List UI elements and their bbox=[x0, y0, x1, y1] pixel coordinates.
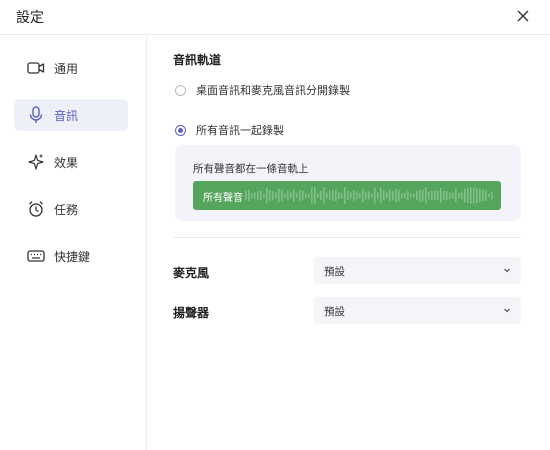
sidebar-item-shortcuts[interactable]: 快捷鍵 bbox=[14, 240, 128, 272]
microphone-select[interactable]: 預設 bbox=[314, 257, 521, 284]
track-preview: 所有聲音都在一條音軌上 所有聲音 bbox=[175, 145, 521, 221]
combined-recording-option[interactable]: 所有音訊一起錄製 bbox=[175, 122, 284, 138]
section-title: 音訊軌道 bbox=[173, 53, 222, 67]
divider bbox=[173, 237, 521, 238]
keyboard-icon bbox=[26, 246, 46, 266]
sidebar-item-effects[interactable]: 效果 bbox=[14, 146, 128, 178]
sidebar: 通用 音訊 效果 任務 快捷鍵 bbox=[0, 35, 147, 450]
radio-label: 桌面音訊和麥克風音訊分開錄製 bbox=[196, 84, 350, 97]
sidebar-item-label: 效果 bbox=[54, 155, 79, 170]
audio-track-bar: 所有聲音 bbox=[193, 181, 501, 210]
speaker-value: 預設 bbox=[324, 306, 345, 318]
speaker-select[interactable]: 預設 bbox=[314, 297, 521, 324]
sparkle-icon bbox=[26, 152, 46, 172]
window-title: 設定 bbox=[16, 10, 44, 26]
radio-button-checked[interactable] bbox=[175, 124, 186, 136]
sidebar-item-label: 通用 bbox=[54, 61, 79, 76]
chevron-down-icon bbox=[504, 308, 510, 313]
sidebar-item-label: 任務 bbox=[54, 202, 79, 217]
title-bar: 設定 bbox=[0, 0, 550, 35]
radio-label: 所有音訊一起錄製 bbox=[196, 124, 284, 137]
alarm-clock-icon bbox=[26, 199, 46, 219]
radio-button[interactable] bbox=[175, 84, 186, 96]
speaker-label: 揚聲器 bbox=[173, 306, 210, 320]
video-camera-icon bbox=[26, 58, 46, 78]
sidebar-item-general[interactable]: 通用 bbox=[14, 52, 128, 84]
close-button[interactable] bbox=[512, 5, 534, 27]
audio-settings-panel: 音訊軌道 桌面音訊和麥克風音訊分開錄製 所有音訊一起錄製 所有聲音都在一條音軌上… bbox=[147, 35, 550, 450]
track-label: 所有聲音 bbox=[203, 193, 243, 204]
sidebar-item-audio[interactable]: 音訊 bbox=[14, 99, 128, 131]
track-description: 所有聲音都在一條音軌上 bbox=[193, 163, 309, 175]
sidebar-item-label: 音訊 bbox=[54, 108, 79, 123]
microphone-value: 預設 bbox=[324, 266, 345, 278]
microphone-label: 麥克風 bbox=[173, 266, 210, 280]
microphone-icon bbox=[26, 105, 46, 125]
sidebar-item-label: 快捷鍵 bbox=[54, 249, 91, 264]
chevron-down-icon bbox=[504, 268, 510, 273]
sidebar-item-tasks[interactable]: 任務 bbox=[14, 193, 128, 225]
separate-recording-option[interactable]: 桌面音訊和麥克風音訊分開錄製 bbox=[175, 82, 350, 98]
close-icon bbox=[517, 10, 529, 22]
